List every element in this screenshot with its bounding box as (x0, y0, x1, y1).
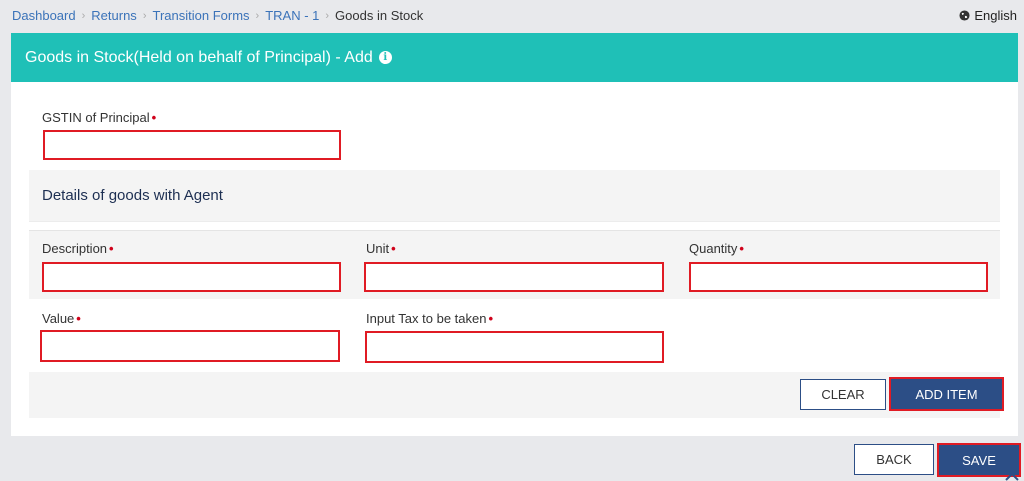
globe-icon (959, 10, 970, 21)
add-item-button[interactable]: ADD ITEM (889, 377, 1004, 411)
required-marker: • (151, 110, 157, 125)
breadcrumb-dashboard[interactable]: Dashboard (12, 8, 76, 23)
language-label: English (974, 8, 1017, 23)
info-icon[interactable]: i (378, 51, 392, 64)
unit-label-wrap: Unit • (366, 241, 396, 256)
chevron-right-icon: › (325, 9, 330, 22)
chevron-right-icon: › (81, 9, 86, 22)
value-label: Value (42, 311, 75, 326)
clear-button[interactable]: CLEAR (800, 379, 886, 410)
breadcrumb-tran-1[interactable]: TRAN - 1 (265, 8, 319, 23)
gstin-input[interactable] (45, 132, 339, 158)
description-field[interactable] (42, 262, 341, 292)
required-marker: • (391, 241, 396, 256)
gstin-label: GSTIN of Principal (42, 110, 150, 125)
unit-input[interactable] (366, 264, 662, 290)
value-field[interactable] (40, 330, 340, 362)
scroll-top-icon[interactable] (1004, 472, 1020, 481)
section-title: Details of goods with Agent (42, 187, 223, 204)
breadcrumb: Dashboard › Returns › Transition Forms ›… (12, 8, 423, 23)
quantity-label-wrap: Quantity • (689, 241, 744, 256)
input-tax-field[interactable] (365, 331, 664, 363)
card-title: Goods in Stock(Held on behalf of Princip… (25, 48, 373, 66)
description-input[interactable] (44, 264, 339, 290)
chevron-right-icon: › (142, 9, 147, 22)
value-input[interactable] (42, 332, 338, 360)
breadcrumb-returns[interactable]: Returns (91, 8, 137, 23)
quantity-input[interactable] (691, 264, 986, 290)
value-label-wrap: Value • (42, 311, 81, 326)
section-header: Details of goods with Agent (29, 170, 1000, 222)
required-marker: • (739, 241, 744, 256)
back-button[interactable]: BACK (854, 444, 934, 475)
quantity-label: Quantity (689, 241, 738, 256)
required-marker: • (488, 311, 494, 326)
unit-field[interactable] (364, 262, 664, 292)
card-header: Goods in Stock(Held on behalf of Princip… (11, 33, 1018, 82)
breadcrumb-current: Goods in Stock (335, 8, 424, 23)
input-tax-label: Input Tax to be taken (366, 311, 487, 326)
chevron-right-icon: › (255, 9, 260, 22)
description-label: Description (42, 241, 108, 256)
required-marker: • (76, 311, 81, 326)
language-selector[interactable]: English (959, 8, 1017, 23)
input-tax-input[interactable] (367, 333, 662, 361)
input-tax-label-wrap: Input Tax to be taken • (366, 311, 493, 326)
gstin-label-wrap: GSTIN of Principal • (42, 110, 156, 125)
description-label-wrap: Description • (42, 241, 114, 256)
form-card: Goods in Stock(Held on behalf of Princip… (11, 33, 1018, 436)
required-marker: • (109, 241, 114, 256)
unit-label: Unit (366, 241, 390, 256)
quantity-field[interactable] (689, 262, 988, 292)
gstin-field[interactable] (43, 130, 341, 160)
breadcrumb-transition-forms[interactable]: Transition Forms (152, 8, 249, 23)
